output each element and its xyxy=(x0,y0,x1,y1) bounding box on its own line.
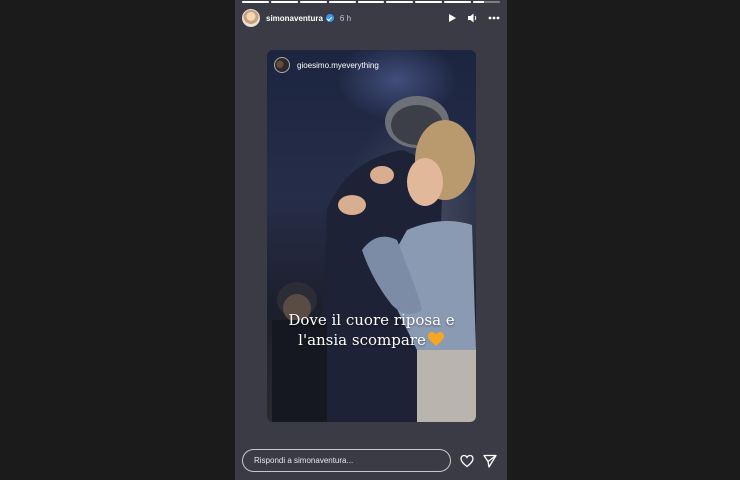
progress-segment-fill xyxy=(328,1,356,3)
progress-segment xyxy=(299,1,327,3)
heart-icon[interactable] xyxy=(460,454,474,468)
volume-icon[interactable] xyxy=(467,12,479,24)
play-icon[interactable] xyxy=(446,12,458,24)
progress-segment-fill xyxy=(444,1,472,3)
progress-segment-fill xyxy=(357,1,385,3)
progress-segment xyxy=(415,1,443,3)
card-avatar[interactable] xyxy=(274,57,290,73)
progress-segment-fill xyxy=(415,1,443,3)
caption-line-2-text: l'ansia scompare xyxy=(298,331,426,349)
progress-segment xyxy=(270,1,298,3)
progress-segment-fill xyxy=(299,1,327,3)
progress-segment xyxy=(328,1,356,3)
progress-segment xyxy=(386,1,414,3)
story-time-ago: 6 h xyxy=(339,13,352,23)
progress-segment-fill xyxy=(473,1,484,3)
story-username[interactable]: simonaventura xyxy=(266,14,323,23)
card-header: gioesimo.myeverything xyxy=(274,57,379,73)
story-controls xyxy=(446,12,500,24)
reply-placeholder: Rispondi a simonaventura... xyxy=(254,456,354,465)
story-progress-bars xyxy=(242,1,501,3)
progress-segment xyxy=(473,1,501,3)
progress-segment-fill xyxy=(270,1,298,3)
more-icon[interactable] xyxy=(488,12,500,24)
progress-segment xyxy=(357,1,385,3)
orange-heart-emoji xyxy=(427,331,445,352)
progress-segment xyxy=(242,1,269,3)
avatar[interactable] xyxy=(242,9,260,27)
caption-line-2: l'ansia scompare xyxy=(267,330,476,352)
progress-segment-fill xyxy=(386,1,414,3)
story-photo xyxy=(272,96,476,422)
reply-input[interactable]: Rispondi a simonaventura... xyxy=(242,449,451,472)
progress-segment xyxy=(444,1,472,3)
card-username[interactable]: gioesimo.myeverything xyxy=(297,61,379,70)
caption-line-1: Dove il cuore riposa e xyxy=(288,311,455,329)
story-content[interactable]: gioesimo.myeverything Dove il cuore ripo… xyxy=(267,50,476,422)
verified-icon xyxy=(325,14,334,22)
story-caption: Dove il cuore riposa e l'ansia scompare xyxy=(267,310,476,352)
progress-segment-fill xyxy=(242,1,269,3)
story-header: simonaventura 6 h xyxy=(242,8,500,28)
send-icon[interactable] xyxy=(483,454,497,468)
